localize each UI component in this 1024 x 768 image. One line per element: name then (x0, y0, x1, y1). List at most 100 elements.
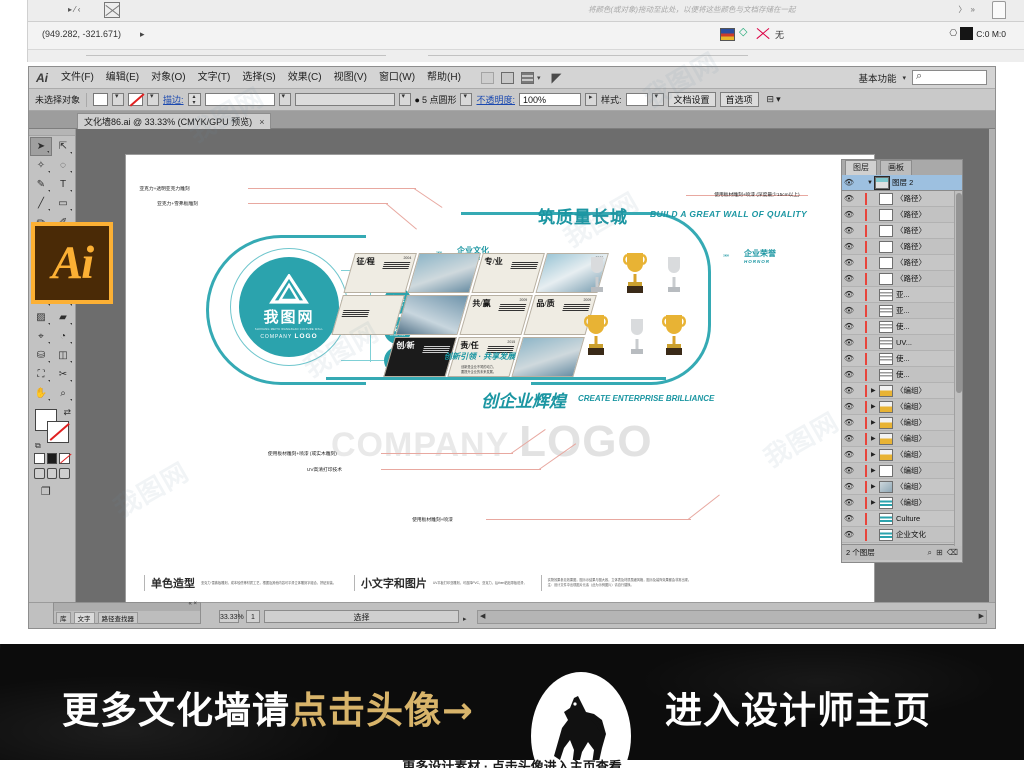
right-dock[interactable] (989, 129, 995, 602)
expand-triangle-icon[interactable]: ▶ (871, 451, 879, 458)
layer-row[interactable]: 👁 〈路径〉 (842, 239, 962, 255)
none-swatch-icon[interactable] (104, 2, 120, 18)
eye-icon[interactable]: 👁 (842, 258, 856, 267)
layer-name[interactable]: 〈编组〉 (896, 449, 926, 460)
hand-tool[interactable]: ✋ (30, 384, 52, 403)
opacity-label[interactable]: 不透明度: (476, 93, 515, 106)
gradient-tool[interactable]: ▰ (52, 308, 74, 327)
layer-name[interactable]: 〈编组〉 (896, 385, 926, 396)
draw-behind-icon[interactable] (46, 468, 58, 479)
blend-tool[interactable]: ◔ (52, 327, 74, 346)
layer-row[interactable]: 👁 ▶ 〈编组〉 (842, 447, 962, 463)
layer-row[interactable]: 👁 ▶ 〈编组〉 (842, 495, 962, 511)
layer-name[interactable]: 图层 2 (892, 177, 913, 188)
opacity-field[interactable]: 100% (519, 93, 581, 106)
layer-name[interactable]: UV... (896, 338, 912, 347)
magic-wand-tool[interactable]: ✧ (30, 156, 52, 175)
coord-expand-arrow[interactable]: ▸ (140, 29, 145, 40)
artboard-number-field[interactable]: 1 (246, 610, 260, 623)
eye-icon[interactable]: 👁 (842, 338, 856, 347)
eye-icon[interactable]: 👁 (842, 290, 856, 299)
eye-icon[interactable]: 👁 (842, 322, 856, 331)
eye-icon[interactable]: 👁 (842, 450, 856, 459)
expand-triangle-icon[interactable]: ▶ (871, 387, 879, 394)
black-swatch-icon[interactable] (960, 27, 974, 40)
workspace-switcher[interactable]: 基本功能 (858, 71, 896, 85)
pen-tool[interactable]: ✎ (30, 175, 52, 194)
locate-icon[interactable]: ⌕ (928, 548, 932, 558)
search-input[interactable] (912, 70, 987, 85)
layer-row[interactable]: 👁 企业文化 (842, 527, 962, 543)
menu-file[interactable]: 文件(F) (55, 67, 100, 89)
style-dropdown-icon[interactable] (651, 92, 664, 106)
menu-effect[interactable]: 效果(C) (282, 67, 328, 89)
graphic-style-swatch[interactable] (625, 93, 648, 106)
tab-type[interactable]: 文字 (73, 611, 95, 624)
stroke-label[interactable]: 描边: (163, 93, 184, 106)
layer-name[interactable]: 〈路径〉 (896, 257, 926, 268)
gradient-icon[interactable] (739, 25, 751, 40)
rectangle-tool[interactable]: ▭ (52, 194, 74, 213)
expand-triangle-icon[interactable]: ▶ (871, 467, 879, 474)
eye-icon[interactable]: 👁 (842, 210, 856, 219)
expand-triangle-icon[interactable]: ▶ (871, 435, 879, 442)
layer-name[interactable]: 使... (896, 321, 910, 332)
column-graph-tool[interactable]: ◫ (52, 346, 74, 365)
layer-name[interactable]: 〈路径〉 (896, 273, 926, 284)
layer-name[interactable]: 〈编组〉 (896, 481, 926, 492)
lasso-tool[interactable]: ◌ (52, 156, 74, 175)
stroke-profile-dropdown-icon[interactable] (398, 92, 411, 106)
gradient-fill-icon[interactable] (46, 453, 58, 464)
layer-row[interactable]: 👁 使... (842, 319, 962, 335)
layers-panel-header-row[interactable]: 👁 ▼ 图层 2 (842, 175, 962, 191)
eye-icon[interactable]: 👁 (842, 194, 856, 203)
artboard-tool[interactable]: ⛶ (30, 365, 52, 384)
mini-panel-titlebar[interactable] (54, 601, 200, 611)
layer-row[interactable]: 👁 〈路径〉 (842, 255, 962, 271)
delete-icon[interactable]: ⌫ (947, 548, 958, 558)
layer-row[interactable]: 👁 〈路径〉 (842, 223, 962, 239)
menu-help[interactable]: 帮助(H) (421, 67, 467, 89)
layer-row[interactable]: 👁 UV... (842, 335, 962, 351)
default-fill-stroke-icon[interactable]: ⧉ (35, 441, 41, 451)
stroke-weight-dropdown-icon[interactable] (278, 92, 291, 106)
layer-row[interactable]: 👁 〈路径〉 (842, 271, 962, 287)
layer-row[interactable]: 👁 〈路径〉 (842, 207, 962, 223)
tools-panel-grip[interactable] (29, 129, 75, 136)
eye-icon[interactable]: 👁 (842, 482, 856, 491)
tab-layers[interactable]: 图层 (845, 160, 877, 175)
zoom-tool[interactable]: ⌕ (52, 384, 74, 403)
layer-row[interactable]: 👁 亚... (842, 303, 962, 319)
layer-name[interactable]: 企业文化 (896, 529, 926, 540)
slice-tool[interactable]: ✂ (52, 365, 74, 384)
behance-icon[interactable]: ◤ (551, 70, 561, 86)
layer-row[interactable]: 👁 〈路径〉 (842, 191, 962, 207)
direct-selection-tool[interactable]: ⇱ (52, 137, 74, 156)
close-icon[interactable]: × (259, 117, 264, 127)
line-segment-tool[interactable]: ╱ (30, 194, 52, 213)
eye-icon[interactable]: 👁 (842, 402, 856, 411)
menu-view[interactable]: 视图(V) (328, 67, 373, 89)
expand-triangle-icon[interactable]: ▶ (871, 403, 879, 410)
artboard[interactable]: 亚克力+透明亚克力雕刻 亚克力+雪弗板雕刻 使用板材雕刻+喷漆 (深度最少15c… (125, 154, 875, 602)
layer-row[interactable]: 👁 ▶ 〈编组〉 (842, 415, 962, 431)
layer-name[interactable]: 〈编组〉 (896, 465, 926, 476)
scrollbar-thumb[interactable] (956, 193, 962, 393)
layer-name[interactable]: 〈编组〉 (896, 401, 926, 412)
none-fill-icon[interactable] (755, 26, 771, 42)
menu-window[interactable]: 窗口(W) (373, 67, 421, 89)
eye-icon[interactable]: 👁 (842, 226, 856, 235)
eyedropper-tool[interactable]: ⌖ (30, 327, 52, 346)
eye-icon[interactable]: 👁 (842, 370, 856, 379)
layer-name[interactable]: 〈路径〉 (896, 225, 926, 236)
fill-dropdown-icon[interactable] (112, 92, 125, 106)
eye-icon[interactable]: 👁 (842, 386, 856, 395)
eye-icon[interactable]: 👁 (842, 514, 856, 523)
opacity-slider-icon[interactable] (585, 93, 597, 106)
status-text[interactable]: 选择 (264, 610, 459, 623)
document-tab[interactable]: 文化墙86.ai @ 33.33% (CMYK/GPU 预览) × (77, 113, 272, 129)
layer-name[interactable]: Culture (896, 514, 920, 523)
eye-icon[interactable]: 👁 (842, 498, 856, 507)
horizontal-scrollbar[interactable] (477, 610, 987, 624)
eye-icon[interactable]: 👁 (842, 434, 856, 443)
